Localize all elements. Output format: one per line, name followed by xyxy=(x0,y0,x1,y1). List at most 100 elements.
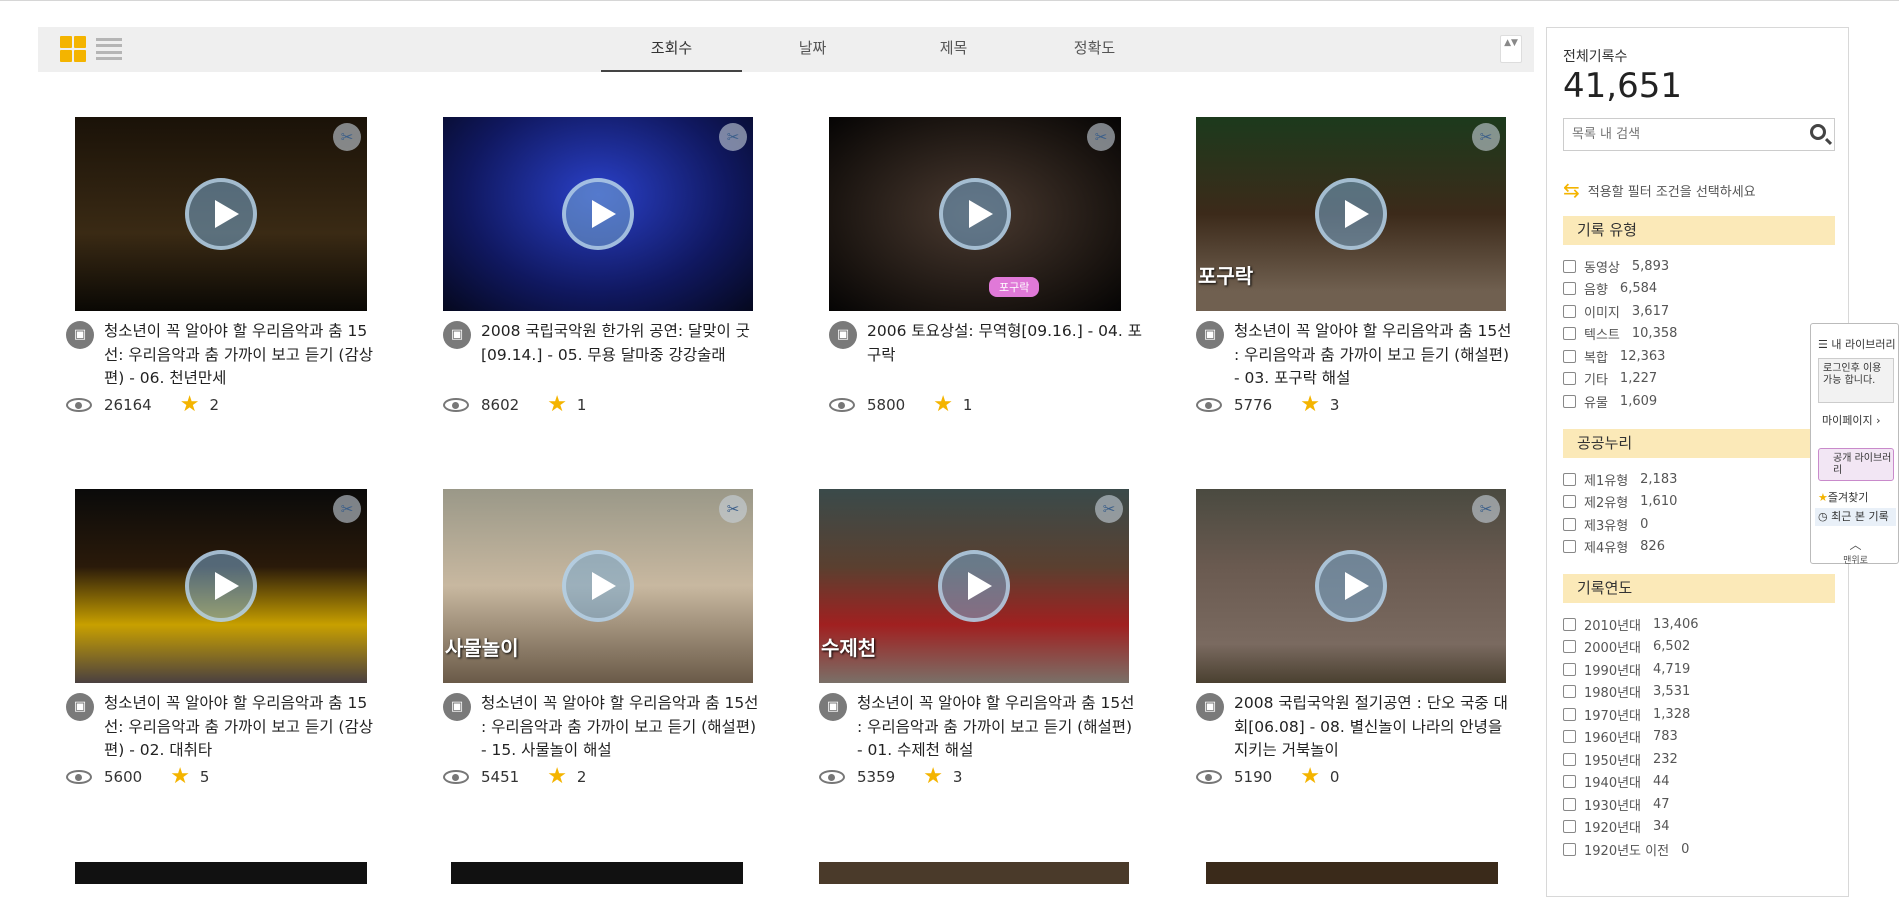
filter-option[interactable]: 1940년대 44 xyxy=(1563,773,1670,791)
filter-section-header[interactable]: 공공누리 xyxy=(1563,429,1835,458)
record-title[interactable]: 청소년이 꼭 알아야 할 우리음악과 춤 15선 : 우리음악과 춤 가까이 보… xyxy=(1234,320,1514,391)
filter-option[interactable]: 1980년대 3,531 xyxy=(1563,683,1690,701)
video-camera-icon: ▣ xyxy=(829,321,857,349)
thumbnail-partial[interactable] xyxy=(819,862,1129,884)
play-icon[interactable] xyxy=(562,178,634,250)
filter-checkbox[interactable] xyxy=(1563,617,1576,631)
filter-checkbox[interactable] xyxy=(1563,797,1576,811)
scissors-icon[interactable]: ✂ xyxy=(333,495,361,523)
filter-option[interactable]: 유물 1,609 xyxy=(1563,392,1657,411)
record-title[interactable]: 청소년이 꼭 알아야 할 우리음악과 춤 15선: 우리음악과 춤 가까이 보고… xyxy=(104,692,384,763)
back-to-top-button[interactable]: ︿ 맨위로 xyxy=(1811,536,1899,566)
thumbnail-partial[interactable] xyxy=(1206,862,1498,884)
video-thumbnail[interactable]: ✂ xyxy=(75,489,367,683)
scissors-icon[interactable]: ✂ xyxy=(1472,495,1500,523)
filter-checkbox[interactable] xyxy=(1563,707,1576,721)
video-thumbnail[interactable]: ✂ 포구락 xyxy=(829,117,1121,311)
grid-view-icon[interactable] xyxy=(60,36,86,62)
filter-option[interactable]: 복합 12,363 xyxy=(1563,347,1665,366)
record-title[interactable]: 청소년이 꼭 알아야 할 우리음악과 춤 15선 : 우리음악과 춤 가까이 보… xyxy=(481,692,761,763)
list-view-icon[interactable] xyxy=(96,36,122,62)
video-camera-icon: ▣ xyxy=(66,321,94,349)
filter-option[interactable]: 기타 1,227 xyxy=(1563,370,1657,388)
video-thumbnail[interactable]: ✂ 수제천 xyxy=(819,489,1129,683)
filter-option[interactable]: 1930년대 47 xyxy=(1563,795,1670,814)
record-title[interactable]: 2008 국립국악원 한가위 공연: 달맞이 굿[09.14.] - 05. 무… xyxy=(481,320,761,367)
filter-checkbox[interactable] xyxy=(1563,349,1576,363)
filter-checkbox[interactable] xyxy=(1563,394,1576,408)
filter-option[interactable]: 이미지 3,617 xyxy=(1563,302,1669,321)
scissors-icon[interactable]: ✂ xyxy=(719,495,747,523)
record-title[interactable]: 2006 토요상설: 무역형[09.16.] - 04. 포구락 xyxy=(867,320,1147,367)
filter-option[interactable]: 1970년대 1,328 xyxy=(1563,705,1690,724)
play-icon[interactable] xyxy=(562,550,634,622)
recent-records-link[interactable]: ◷ 최근 본 기록 xyxy=(1815,508,1896,526)
video-thumbnail[interactable]: ✂ xyxy=(75,117,367,311)
filter-option[interactable]: 2010년대 13,406 xyxy=(1563,615,1699,634)
filter-option[interactable]: 2000년대 6,502 xyxy=(1563,638,1690,656)
scissors-icon[interactable]: ✂ xyxy=(1087,123,1115,151)
filter-checkbox[interactable] xyxy=(1563,472,1576,486)
video-thumbnail[interactable]: ✂ xyxy=(1196,489,1506,683)
filter-option[interactable]: 1950년대 232 xyxy=(1563,750,1678,769)
scissors-icon[interactable]: ✂ xyxy=(1095,495,1123,523)
video-thumbnail[interactable]: ✂ 사물놀이 xyxy=(443,489,753,683)
filter-option[interactable]: 1990년대 4,719 xyxy=(1563,660,1690,679)
play-icon[interactable] xyxy=(939,178,1011,250)
filter-checkbox[interactable] xyxy=(1563,327,1576,340)
list-search-input[interactable] xyxy=(1564,119,1794,150)
filter-option[interactable]: 1920년도 이전 0 xyxy=(1563,840,1689,859)
scissors-icon[interactable]: ✂ xyxy=(333,123,361,151)
filter-checkbox[interactable] xyxy=(1563,495,1576,508)
record-title[interactable]: 청소년이 꼭 알아야 할 우리음악과 춤 15선: 우리음악과 춤 가까이 보고… xyxy=(104,320,384,391)
filter-checkbox[interactable] xyxy=(1563,640,1576,653)
tab-title[interactable]: 제목 xyxy=(883,27,1024,72)
play-icon[interactable] xyxy=(938,550,1010,622)
filter-checkbox[interactable] xyxy=(1563,775,1576,788)
filter-checkbox[interactable] xyxy=(1563,842,1576,856)
video-thumbnail[interactable]: ✂ xyxy=(443,117,753,311)
filter-checkbox[interactable] xyxy=(1563,730,1576,743)
filter-checkbox[interactable] xyxy=(1563,259,1576,273)
filter-checkbox[interactable] xyxy=(1563,540,1576,553)
filter-checkbox[interactable] xyxy=(1563,372,1576,385)
play-icon[interactable] xyxy=(185,550,257,622)
scissors-icon[interactable]: ✂ xyxy=(1472,123,1500,151)
star-icon: ★ xyxy=(923,764,943,789)
tab-accuracy[interactable]: 정확도 xyxy=(1024,27,1165,72)
filter-checkbox[interactable] xyxy=(1563,752,1576,766)
filter-checkbox[interactable] xyxy=(1563,304,1576,318)
filter-option[interactable]: 제1유형 2,183 xyxy=(1563,470,1677,489)
public-library-button[interactable]: 공개 라이브러리 xyxy=(1818,448,1894,481)
video-thumbnail[interactable]: ✂ 포구락 xyxy=(1196,117,1506,311)
filter-option[interactable]: 텍스트 10,358 xyxy=(1563,325,1677,343)
filter-checkbox[interactable] xyxy=(1563,820,1576,833)
filter-checkbox[interactable] xyxy=(1563,282,1576,295)
play-icon[interactable] xyxy=(185,178,257,250)
filter-option[interactable]: 음향 6,584 xyxy=(1563,280,1657,298)
filter-checkbox[interactable] xyxy=(1563,517,1576,531)
filter-checkbox[interactable] xyxy=(1563,662,1576,676)
favorites-link[interactable]: ★즐겨찾기 xyxy=(1818,489,1868,505)
filter-checkbox[interactable] xyxy=(1563,685,1576,698)
play-icon[interactable] xyxy=(1315,550,1387,622)
filter-option[interactable]: 제3유형 0 xyxy=(1563,515,1648,534)
filter-section-header[interactable]: 기록연도 xyxy=(1563,574,1835,603)
tab-views[interactable]: 조회수 xyxy=(601,27,742,72)
filter-section-header[interactable]: 기록 유형 xyxy=(1563,216,1835,245)
thumbnail-partial[interactable] xyxy=(75,862,367,884)
record-title[interactable]: 2008 국립국악원 절기공연 : 단오 국중 대회[06.08] - 08. … xyxy=(1234,692,1514,763)
tab-date[interactable]: 날짜 xyxy=(742,27,883,72)
filter-option[interactable]: 1960년대 783 xyxy=(1563,728,1678,746)
thumbnail-partial[interactable] xyxy=(451,862,743,884)
sort-order-arrows-icon[interactable]: ▲▼ xyxy=(1500,35,1522,63)
record-title[interactable]: 청소년이 꼭 알아야 할 우리음악과 춤 15선 : 우리음악과 춤 가까이 보… xyxy=(857,692,1137,763)
play-icon[interactable] xyxy=(1315,178,1387,250)
filter-option[interactable]: 제4유형 826 xyxy=(1563,538,1665,556)
filter-option[interactable]: 동영상 5,893 xyxy=(1563,257,1669,276)
filter-option[interactable]: 제2유형 1,610 xyxy=(1563,493,1677,511)
mypage-link[interactable]: 마이페이지 › xyxy=(1822,412,1881,428)
scissors-icon[interactable]: ✂ xyxy=(719,123,747,151)
filter-option[interactable]: 1920년대 34 xyxy=(1563,818,1670,836)
search-icon[interactable] xyxy=(1810,124,1826,140)
